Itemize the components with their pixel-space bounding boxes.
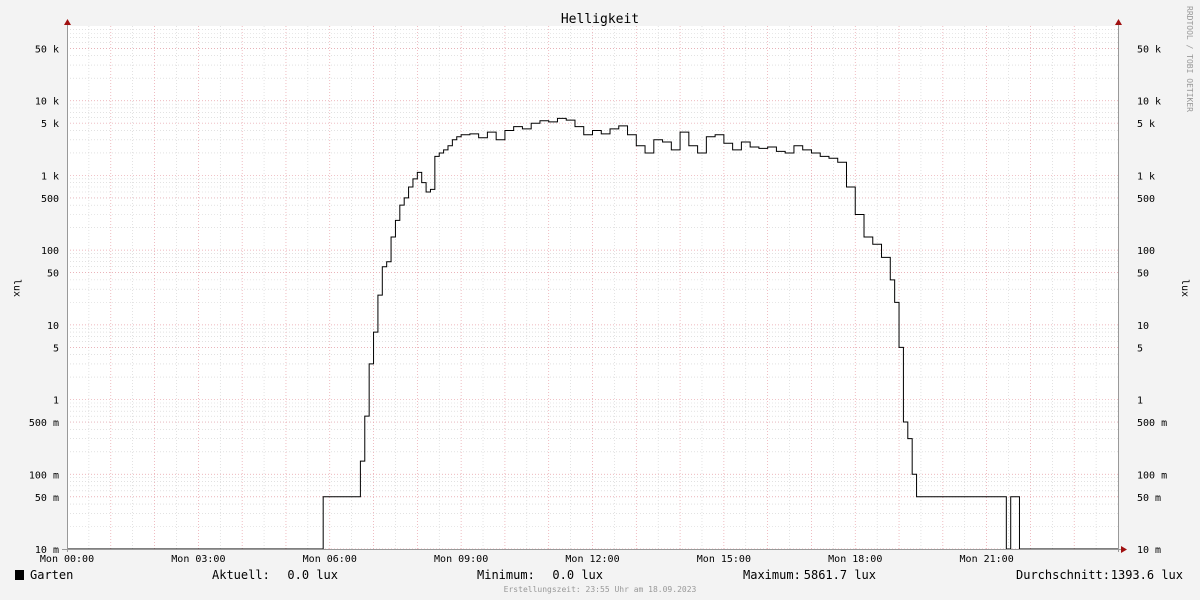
chart-title: Helligkeit xyxy=(561,12,639,27)
y-tick-label-left: 500 m xyxy=(29,418,59,429)
y-tick-label-left: 5 k xyxy=(41,119,59,130)
footer-created-at: Erstellungszeit: 23:55 Uhr am 18.09.2023 xyxy=(504,585,697,594)
y-tick-label-left: 500 xyxy=(41,194,59,205)
y-tick-label-right: 5 xyxy=(1137,343,1143,354)
legend-maximum-value: 5861.7 lux xyxy=(804,568,876,582)
y-tick-label-right: 1 xyxy=(1137,396,1143,407)
y-tick-label-right: 50 k xyxy=(1137,44,1161,55)
y-tick-label-left: 1 k xyxy=(41,171,59,182)
x-tick-label: Mon 18:00 xyxy=(828,554,882,565)
y-tick-label-right: 10 k xyxy=(1137,97,1161,108)
legend-aktuell-label: Aktuell: xyxy=(212,568,270,582)
y-tick-label-left: 10 xyxy=(47,321,59,332)
x-tick-label: Mon 12:00 xyxy=(565,554,619,565)
legend-minimum-label: Minimum: xyxy=(477,568,535,582)
y-tick-label-left: 10 k xyxy=(35,97,59,108)
legend-swatch-garten xyxy=(15,570,24,580)
rrd-chart: Helligkeit lux lux 50 k 10 k 5 k 1 k 500 100 5… xyxy=(0,0,1200,600)
legend-durchschnitt-value: 1393.6 lux xyxy=(1111,568,1183,582)
y-tick-label-left: 100 m xyxy=(29,470,59,481)
y-tick-label-right: 100 xyxy=(1137,246,1155,257)
legend-aktuell-value: 0.0 lux xyxy=(287,568,338,582)
y-tick-label-right: 10 xyxy=(1137,321,1149,332)
legend-maximum-label: Maximum: xyxy=(743,568,801,582)
legend-durchschnitt-label: Durchschnitt: xyxy=(1016,568,1110,582)
y-tick-label-left: 50 m xyxy=(35,493,59,504)
y-axis-label-left: lux xyxy=(11,279,22,297)
y-tick-label-left: 100 xyxy=(41,246,59,257)
y-tick-label-right: 50 m xyxy=(1137,493,1161,504)
y-tick-label-left: 1 xyxy=(53,396,59,407)
rrdtool-watermark: RRDTOOL / TOBI OETIKER xyxy=(1185,6,1194,112)
y-tick-label-right: 100 m xyxy=(1137,470,1167,481)
x-tick-label: Mon 15:00 xyxy=(697,554,751,565)
plot-canvas xyxy=(67,26,1119,550)
x-tick-label: Mon 03:00 xyxy=(171,554,225,565)
y-tick-label-right: 50 xyxy=(1137,269,1149,280)
x-tick-label: Mon 00:00 xyxy=(40,554,94,565)
y-tick-label-left: 50 k xyxy=(35,44,59,55)
y-tick-label-right: 500 m xyxy=(1137,418,1167,429)
y-tick-label-right: 500 xyxy=(1137,194,1155,205)
x-tick-label: Mon 06:00 xyxy=(303,554,357,565)
y-axis-label-right: lux xyxy=(1179,279,1190,297)
y-tick-label-left: 50 xyxy=(47,269,59,280)
legend-minimum-value: 0.0 lux xyxy=(552,568,603,582)
legend-series-name: Garten xyxy=(30,568,73,582)
y-tick-label-right: 10 m xyxy=(1137,545,1161,556)
x-tick-label: Mon 21:00 xyxy=(960,554,1014,565)
x-tick-label: Mon 09:00 xyxy=(434,554,488,565)
y-tick-label-right: 1 k xyxy=(1137,171,1155,182)
y-tick-label-right: 5 k xyxy=(1137,119,1155,130)
y-tick-label-left: 5 xyxy=(53,343,59,354)
